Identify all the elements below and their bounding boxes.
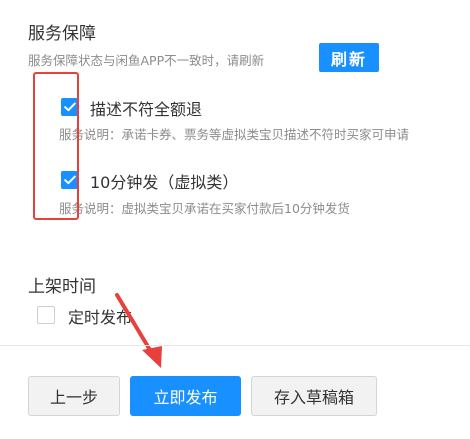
service-notice-text: 服务保障状态与闲鱼APP不一致时，请刷新 — [28, 53, 265, 68]
full-refund-description: 服务说明：承诺卡券、票务等虚拟类宝贝描述不符时买家可申请 — [59, 127, 410, 142]
service-guarantee-title: 服务保障 — [28, 24, 96, 44]
ten-minute-delivery-label[interactable]: 10分钟发（虚拟类） — [90, 169, 238, 193]
publish-now-button[interactable]: 立即发布 — [130, 376, 241, 416]
full-refund-label[interactable]: 描述不符全额退 — [90, 96, 202, 120]
scheduled-publish-checkbox[interactable] — [37, 306, 55, 324]
prev-step-button[interactable]: 上一步 — [28, 376, 120, 416]
listing-time-title: 上架时间 — [28, 277, 96, 297]
annotation-highlight-box — [33, 72, 79, 220]
annotation-arrow-icon — [115, 293, 162, 368]
save-draft-button[interactable]: 存入草稿箱 — [251, 376, 377, 416]
refresh-button[interactable]: 刷新 — [319, 43, 379, 72]
ten-minute-delivery-description: 服务说明：虚拟类宝贝承诺在买家付款后10分钟发货 — [59, 201, 350, 216]
footer-divider — [0, 345, 470, 346]
